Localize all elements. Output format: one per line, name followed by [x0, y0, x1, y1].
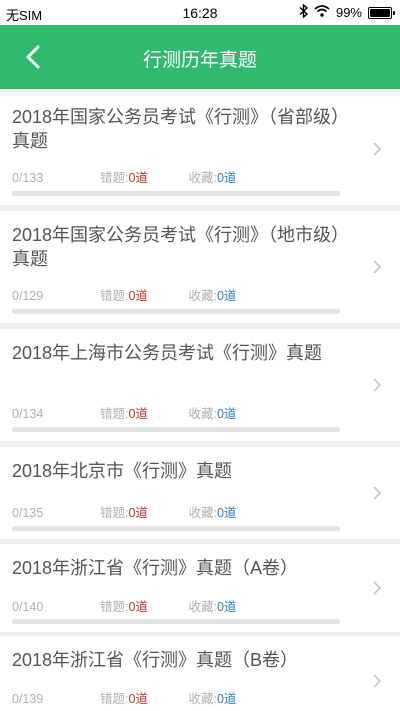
item-title: 2018年浙江省《行测》真题（B卷） [12, 650, 299, 670]
list-item[interactable]: 2018年上海市公务员考试《行测》真题 0/134 错题:0道 收藏:0道 [0, 329, 400, 441]
item-meta: 0/133 错题:0道 收藏:0道 [12, 167, 236, 186]
battery-icon [368, 6, 395, 19]
favorite-label: 收藏: [188, 407, 217, 421]
item-progress: 0/134 [12, 407, 44, 421]
chevron-right-icon [372, 141, 382, 157]
favorite-label: 收藏: [188, 600, 217, 614]
item-title: 2018年浙江省《行测》真题（A卷） [12, 558, 299, 578]
item-progress: 0/139 [12, 692, 44, 706]
item-progress: 0/140 [12, 600, 44, 614]
progress-bar [12, 526, 340, 531]
wrong-count: 0道 [128, 289, 148, 303]
battery-level [370, 8, 390, 17]
wrong-label: 错题: [100, 171, 129, 185]
favorite-label: 收藏: [188, 692, 217, 706]
item-progress: 0/133 [12, 171, 44, 185]
chevron-right-icon [372, 485, 382, 501]
item-meta: 0/139 错题:0道 收藏:0道 [12, 688, 236, 707]
favorite-label: 收藏: [188, 289, 217, 303]
favorite-label: 收藏: [188, 171, 217, 185]
wrong-label: 错题: [100, 506, 129, 520]
favorite-count: 0道 [216, 600, 237, 614]
list-item[interactable]: 2018年北京市《行测》真题 0/135 错题:0道 收藏:0道 [0, 447, 400, 539]
favorite-count: 0道 [216, 289, 237, 303]
list-item[interactable]: 2018年浙江省《行测》真题（A卷） 0/140 错题:0道 收藏:0道 [0, 544, 400, 632]
list-item[interactable]: 2018年国家公务员考试《行测》（地市级）真题 0/129 错题:0道 收藏:0道 [0, 211, 400, 323]
status-bar: 无SIM 16:28 99% [0, 0, 400, 25]
wrong-label: 错题: [100, 692, 129, 706]
nav-bar: 行测历年真题 [0, 25, 400, 89]
item-title: 2018年国家公务员考试《行测》（省部级）真题 [12, 107, 350, 151]
status-icons: 99% [299, 3, 395, 21]
chevron-right-icon [372, 580, 382, 596]
wrong-label: 错题: [100, 289, 129, 303]
wrong-count: 0道 [128, 692, 148, 706]
item-title: 2018年北京市《行测》真题 [12, 461, 233, 481]
chevron-right-icon [372, 259, 382, 275]
wrong-count: 0道 [128, 506, 148, 520]
item-meta: 0/135 错题:0道 收藏:0道 [12, 502, 236, 521]
progress-bar [12, 619, 340, 624]
chevron-right-icon [372, 673, 382, 689]
wrong-count: 0道 [128, 407, 148, 421]
favorite-count: 0道 [216, 171, 237, 185]
wrong-label: 错题: [100, 600, 129, 614]
wrong-count: 0道 [128, 600, 148, 614]
wrong-count: 0道 [128, 171, 148, 185]
list-item[interactable]: 2018年国家公务员考试《行测》（省部级）真题 0/133 错题:0道 收藏:0道 [0, 93, 400, 205]
favorite-label: 收藏: [188, 506, 217, 520]
bluetooth-icon [299, 3, 309, 21]
item-meta: 0/134 错题:0道 收藏:0道 [12, 403, 236, 422]
progress-bar [12, 309, 340, 314]
progress-bar [12, 191, 340, 196]
item-progress: 0/129 [12, 289, 44, 303]
favorite-count: 0道 [216, 506, 237, 520]
item-title: 2018年国家公务员考试《行测》（地市级）真题 [12, 225, 350, 269]
battery-percent: 99% [335, 5, 362, 20]
item-meta: 0/129 错题:0道 收藏:0道 [12, 285, 236, 304]
page-title: 行测历年真题 [142, 50, 257, 71]
item-title: 2018年上海市公务员考试《行测》真题 [12, 343, 323, 363]
item-meta: 0/140 错题:0道 收藏:0道 [12, 596, 236, 615]
wifi-icon [314, 5, 330, 20]
wrong-label: 错题: [100, 407, 129, 421]
chevron-right-icon [372, 377, 382, 393]
list-item[interactable]: 2018年浙江省《行测》真题（B卷） 0/139 错题:0道 收藏:0道 [0, 636, 400, 711]
favorite-count: 0道 [216, 692, 237, 706]
item-progress: 0/135 [12, 506, 44, 520]
progress-bar [12, 427, 340, 432]
favorite-count: 0道 [216, 407, 237, 421]
